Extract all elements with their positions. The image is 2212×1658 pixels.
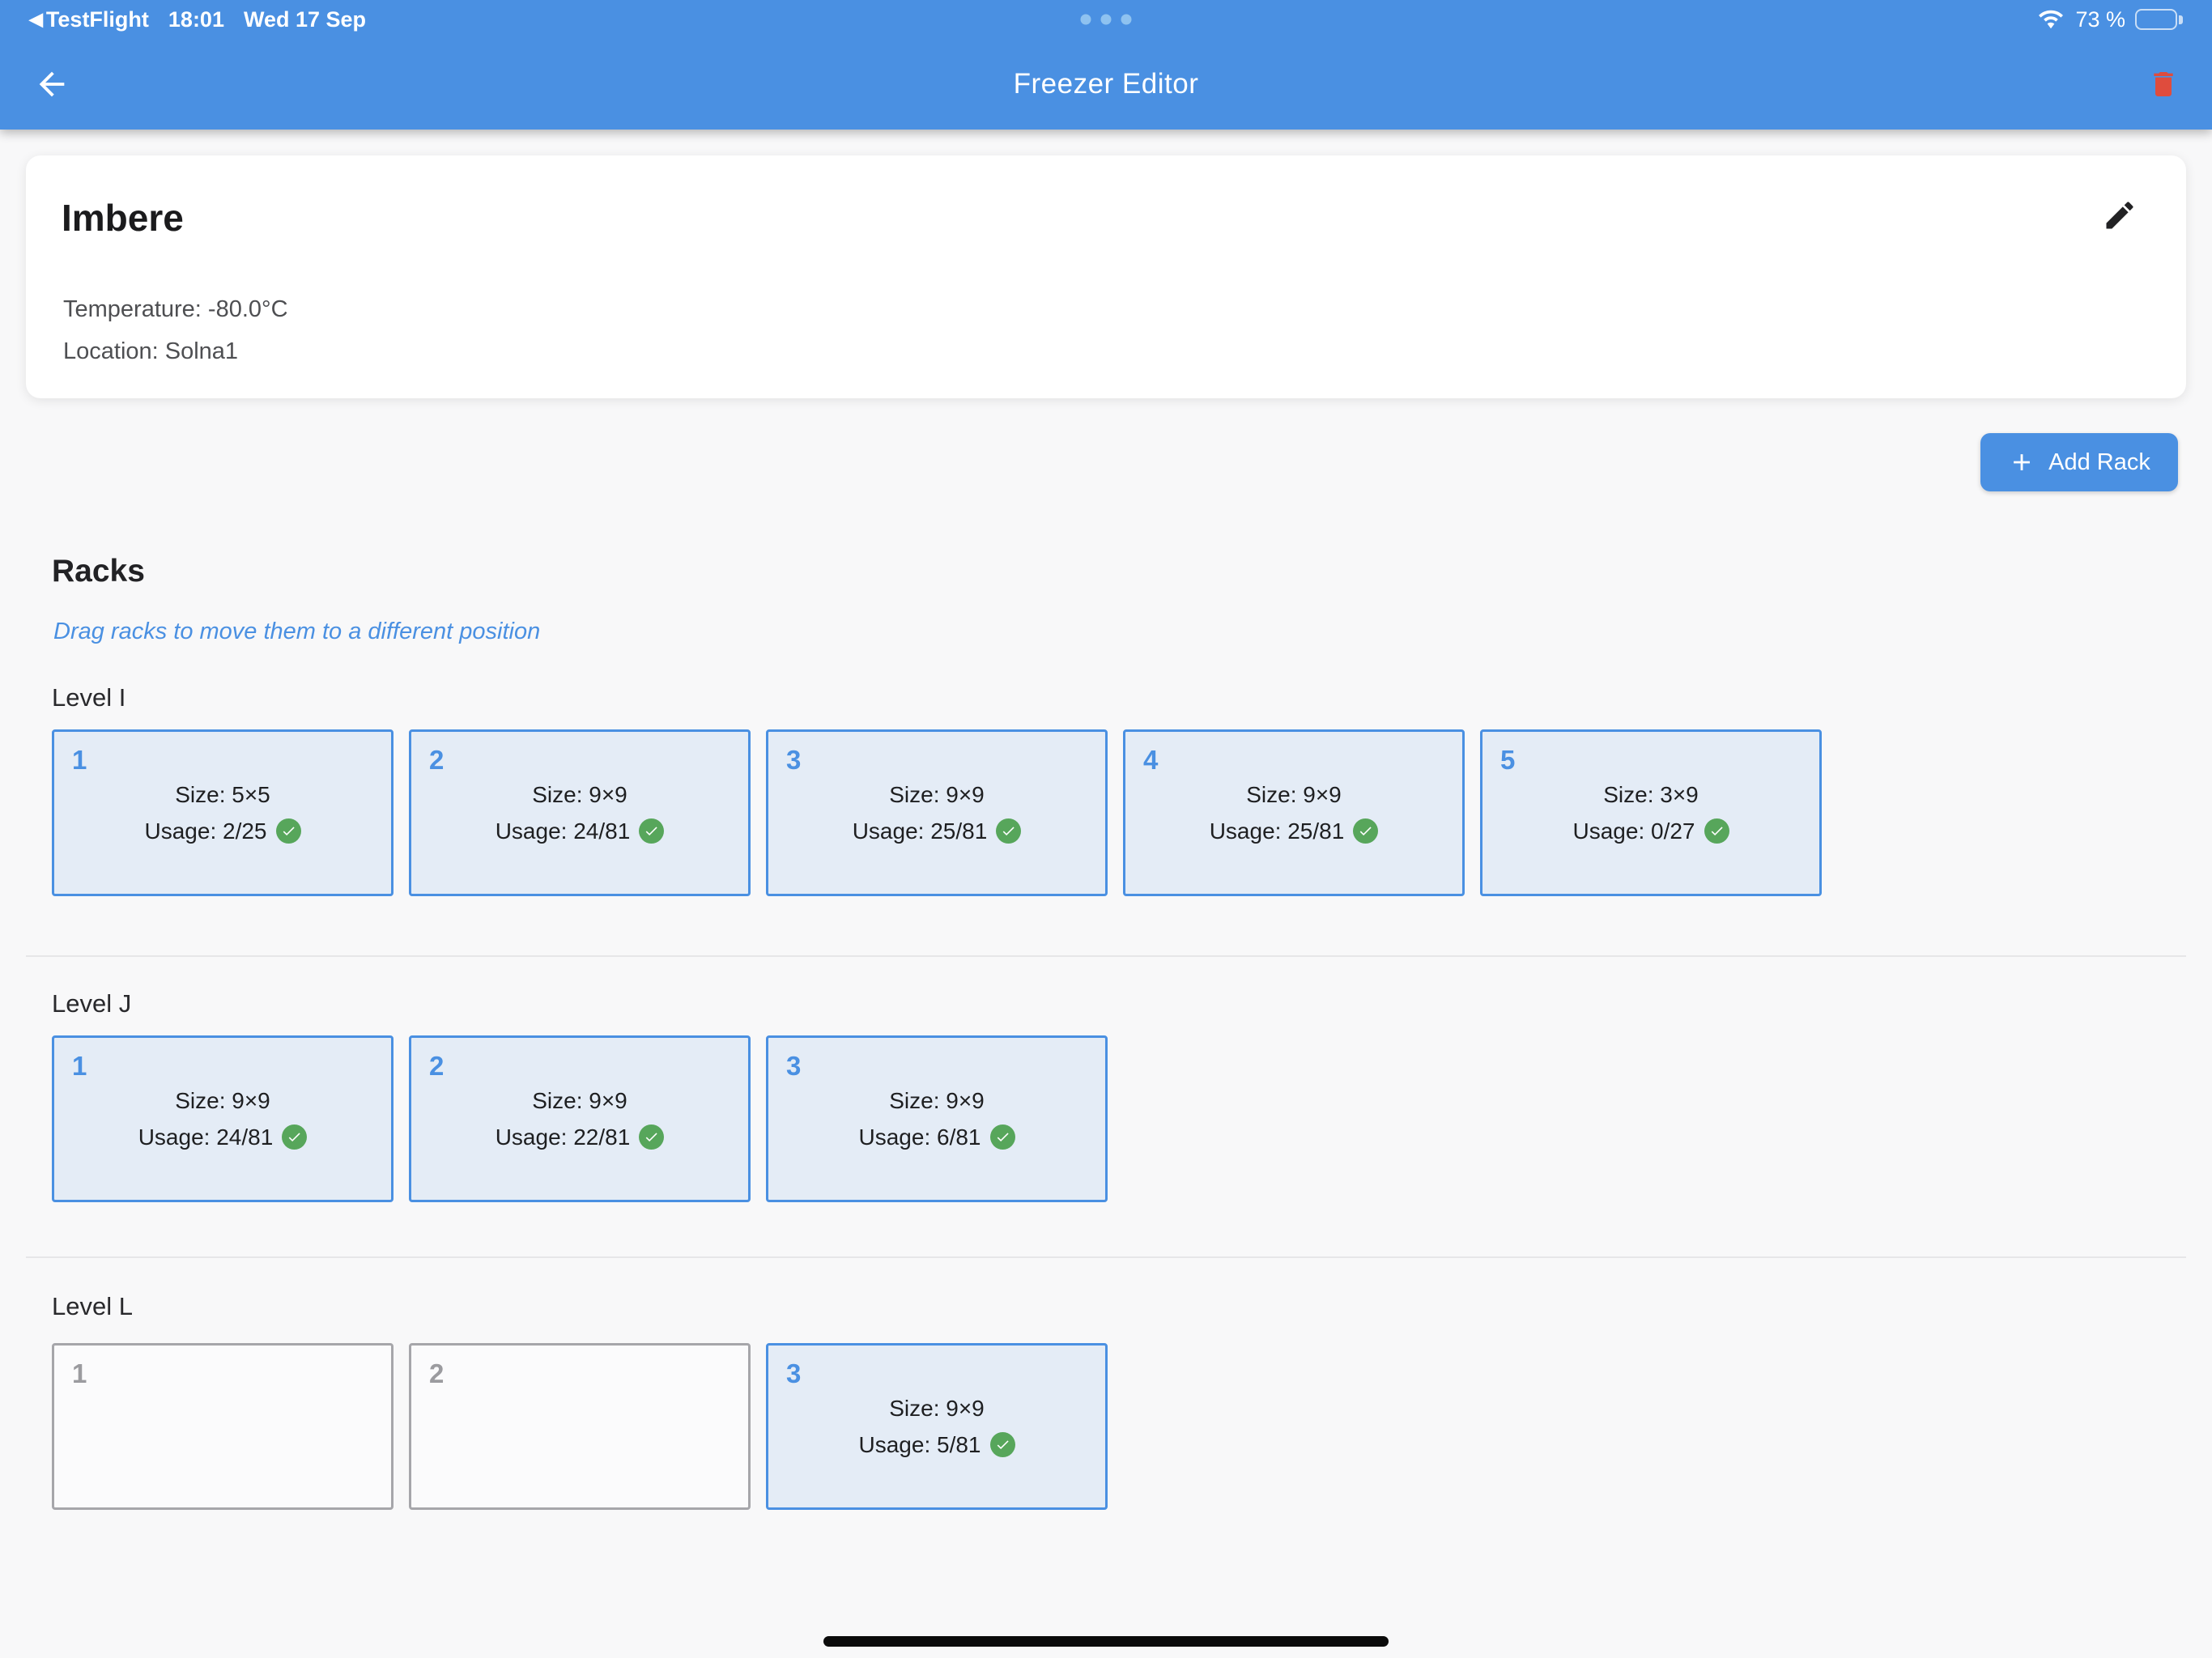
return-to-app[interactable]: ◀ TestFlight bbox=[29, 7, 149, 32]
battery-percent-label: 73 % bbox=[2075, 7, 2125, 32]
rack-number: 2 bbox=[429, 1051, 444, 1082]
status-bar: ◀ TestFlight 18:01 Wed 17 Sep 73 % bbox=[0, 0, 2212, 39]
racks-drag-hint: Drag racks to move them to a different p… bbox=[53, 619, 540, 645]
level-label-i: Level I bbox=[52, 683, 125, 712]
status-date: Wed 17 Sep bbox=[244, 7, 366, 32]
rack-row-level-i: 1 Size: 5×5 Usage: 2/25 2 Size: 9×9 Usag… bbox=[52, 729, 1822, 896]
rack-row-level-l: 1 2 3 Size: 9×9 Usage: 5/81 bbox=[52, 1343, 1108, 1510]
rack-number: 5 bbox=[1500, 745, 1515, 776]
rack-number: 3 bbox=[786, 745, 801, 776]
check-icon bbox=[990, 1432, 1015, 1457]
app-header: ◀ TestFlight 18:01 Wed 17 Sep 73 % F bbox=[0, 0, 2212, 130]
rack-size: Size: 9×9 bbox=[889, 1396, 985, 1422]
rack-number: 1 bbox=[72, 1358, 87, 1389]
level-label-l: Level L bbox=[52, 1292, 133, 1321]
rack-slot-empty[interactable]: 2 bbox=[409, 1343, 751, 1510]
section-divider bbox=[26, 1256, 2186, 1258]
back-button[interactable] bbox=[28, 60, 76, 108]
check-icon bbox=[996, 818, 1021, 844]
status-time: 18:01 bbox=[168, 7, 224, 32]
rack-size: Size: 9×9 bbox=[889, 782, 985, 808]
plus-icon bbox=[2008, 449, 2035, 476]
freezer-name: Imbere bbox=[62, 196, 184, 240]
rack-usage: Usage: 6/81 bbox=[859, 1124, 981, 1150]
freezer-location: Location: Solna1 bbox=[63, 338, 238, 365]
rack-number: 1 bbox=[72, 1051, 87, 1082]
rack-usage: Usage: 5/81 bbox=[859, 1432, 981, 1458]
rack-usage: Usage: 22/81 bbox=[496, 1124, 631, 1150]
rack-card[interactable]: 3 Size: 9×9 Usage: 6/81 bbox=[766, 1035, 1108, 1202]
delete-freezer-button[interactable] bbox=[2139, 60, 2188, 108]
rack-usage: Usage: 2/25 bbox=[145, 818, 267, 844]
check-icon bbox=[276, 818, 301, 844]
rack-card[interactable]: 2 Size: 9×9 Usage: 22/81 bbox=[409, 1035, 751, 1202]
rack-card[interactable]: 1 Size: 5×5 Usage: 2/25 bbox=[52, 729, 393, 896]
rack-usage: Usage: 24/81 bbox=[496, 818, 631, 844]
rack-row-level-j: 1 Size: 9×9 Usage: 24/81 2 Size: 9×9 Usa… bbox=[52, 1035, 1108, 1202]
freezer-info-card: Imbere Temperature: -80.0°C Location: So… bbox=[26, 155, 2186, 398]
rack-card[interactable]: 5 Size: 3×9 Usage: 0/27 bbox=[1480, 729, 1822, 896]
battery-icon bbox=[2135, 9, 2183, 30]
rack-size: Size: 5×5 bbox=[175, 782, 270, 808]
rack-usage: Usage: 25/81 bbox=[853, 818, 988, 844]
rack-usage: Usage: 0/27 bbox=[1573, 818, 1695, 844]
rack-card[interactable]: 3 Size: 9×9 Usage: 25/81 bbox=[766, 729, 1108, 896]
rack-size: Size: 9×9 bbox=[532, 1088, 627, 1114]
level-label-j: Level J bbox=[52, 989, 131, 1018]
add-rack-label: Add Rack bbox=[2048, 449, 2150, 476]
nav-bar: Freezer Editor bbox=[0, 39, 2212, 130]
check-icon bbox=[1353, 818, 1378, 844]
rack-size: Size: 9×9 bbox=[1246, 782, 1342, 808]
rack-card[interactable]: 1 Size: 9×9 Usage: 24/81 bbox=[52, 1035, 393, 1202]
rack-usage: Usage: 25/81 bbox=[1210, 818, 1345, 844]
edit-freezer-button[interactable] bbox=[2099, 194, 2141, 236]
home-indicator[interactable] bbox=[823, 1636, 1389, 1647]
rack-number: 2 bbox=[429, 745, 444, 776]
check-icon bbox=[990, 1124, 1015, 1150]
rack-size: Size: 3×9 bbox=[1603, 782, 1699, 808]
page-title: Freezer Editor bbox=[0, 68, 2212, 100]
add-rack-button[interactable]: Add Rack bbox=[1980, 433, 2178, 491]
check-icon bbox=[1704, 818, 1729, 844]
status-bar-left[interactable]: ◀ TestFlight 18:01 Wed 17 Sep bbox=[29, 7, 366, 32]
wifi-icon bbox=[2036, 7, 2065, 32]
rack-number: 2 bbox=[429, 1358, 444, 1389]
check-icon bbox=[639, 1124, 664, 1150]
pencil-icon bbox=[2102, 198, 2138, 233]
rack-size: Size: 9×9 bbox=[889, 1088, 985, 1114]
return-triangle-icon: ◀ bbox=[29, 9, 43, 30]
return-app-label: TestFlight bbox=[46, 7, 149, 32]
rack-card[interactable]: 3 Size: 9×9 Usage: 5/81 bbox=[766, 1343, 1108, 1510]
rack-size: Size: 9×9 bbox=[175, 1088, 270, 1114]
rack-number: 4 bbox=[1143, 745, 1158, 776]
check-icon bbox=[639, 818, 664, 844]
status-bar-right: 73 % bbox=[2036, 7, 2183, 32]
rack-number: 3 bbox=[786, 1051, 801, 1082]
racks-section-title: Racks bbox=[52, 554, 145, 589]
back-arrow-icon bbox=[33, 66, 70, 103]
rack-number: 3 bbox=[786, 1358, 801, 1389]
multitasking-dots-icon bbox=[1081, 15, 1132, 25]
rack-card[interactable]: 2 Size: 9×9 Usage: 24/81 bbox=[409, 729, 751, 896]
trash-icon bbox=[2147, 66, 2180, 102]
check-icon bbox=[282, 1124, 307, 1150]
rack-number: 1 bbox=[72, 745, 87, 776]
rack-card[interactable]: 4 Size: 9×9 Usage: 25/81 bbox=[1123, 729, 1465, 896]
rack-size: Size: 9×9 bbox=[532, 782, 627, 808]
rack-usage: Usage: 24/81 bbox=[138, 1124, 274, 1150]
section-divider bbox=[26, 955, 2186, 957]
rack-slot-empty[interactable]: 1 bbox=[52, 1343, 393, 1510]
freezer-temperature: Temperature: -80.0°C bbox=[63, 296, 288, 323]
